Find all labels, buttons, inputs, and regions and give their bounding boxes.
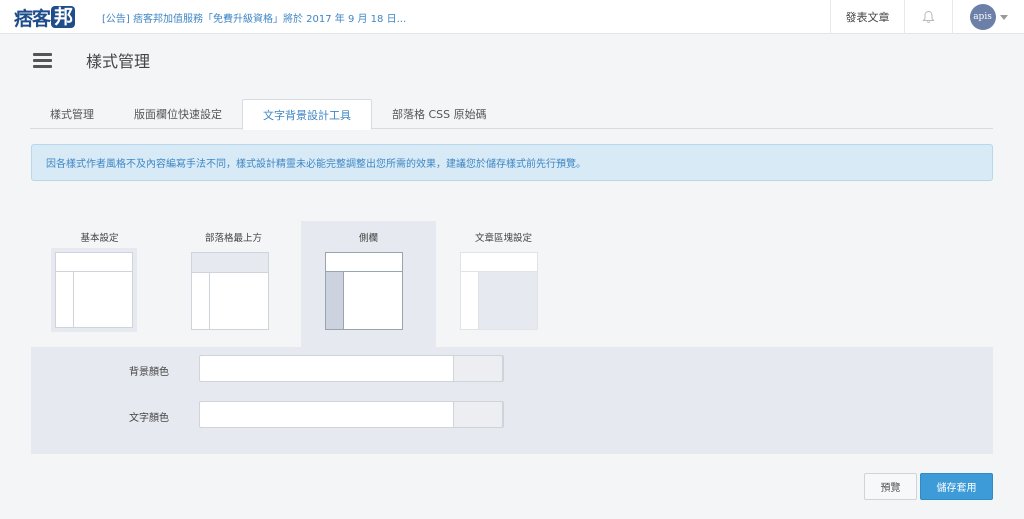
layout-option-sidebar[interactable]: 側欄 [301,221,436,348]
layout-option-article-block[interactable]: 文章區塊設定 [436,221,571,348]
layout-option-label: 側欄 [358,233,378,244]
avatar: apis [969,4,996,30]
layout-option-label: 部落格最上方 [204,233,262,244]
hamburger-menu-icon[interactable] [33,53,52,68]
preview-button[interactable]: 預覽 [864,473,917,500]
chevron-down-icon [999,14,1008,20]
text-color-label: 文字顏色 [129,413,169,424]
top-bar: 痞客邦 [公告] 痞客邦加值服務「免費升級資格」將於 2017 年 9 月 18… [0,0,1024,34]
layout-option-blog-top[interactable]: 部落格最上方 [166,221,301,348]
tab-blog-css-source[interactable]: 部落格 CSS 原始碼 [372,99,507,129]
layout-option-label: 文章區塊設定 [474,233,532,244]
text-color-swatch[interactable] [453,401,503,428]
notification-button[interactable] [904,0,952,34]
publish-article-button[interactable]: 發表文章 [830,0,904,34]
top-right-nav: 發表文章 apis [830,0,1024,34]
announcement-link[interactable]: [公告] 痞客邦加值服務「免費升級資格」將於 2017 年 9 月 18 日..… [102,10,406,25]
layout-option-label: 基本設定 [80,233,119,244]
layout-article-block-icon [460,252,538,330]
bell-icon [922,10,935,23]
site-logo[interactable]: 痞客邦 [14,5,76,30]
color-settings-panel: 背景顏色 文字顏色 [31,347,993,454]
tab-layout-quick-settings[interactable]: 版面欄位快速設定 [114,99,242,129]
layout-thumbnail [460,252,538,330]
logo-text: 痞客 [14,7,51,30]
user-menu[interactable]: apis [952,0,1024,34]
layout-thumbnail [325,252,403,330]
tab-bar: 樣式管理 版面欄位快速設定 文字背景設計工具 部落格 CSS 原始碼 [30,99,993,130]
tab-text-background-designer[interactable]: 文字背景設計工具 [242,99,372,130]
save-apply-button[interactable]: 儲存套用 [920,473,993,500]
layout-option-basic[interactable]: 基本設定 [32,221,167,348]
layout-basic-icon [55,252,133,328]
logo-bubble: 邦 [51,6,76,28]
layout-thumbnail [51,248,137,332]
layout-blog-top-icon [191,252,269,330]
page-title: 樣式管理 [86,52,151,71]
layout-thumbnail [191,252,269,330]
background-color-label: 背景顏色 [129,367,169,378]
tab-style-management[interactable]: 樣式管理 [30,99,114,129]
background-color-swatch[interactable] [453,355,503,382]
layout-sidebar-icon [325,252,403,330]
info-notice: 因各樣式作者風格不及內容編寫手法不同，樣式設計精靈未必能完整調整出您所需的效果，… [31,144,993,181]
